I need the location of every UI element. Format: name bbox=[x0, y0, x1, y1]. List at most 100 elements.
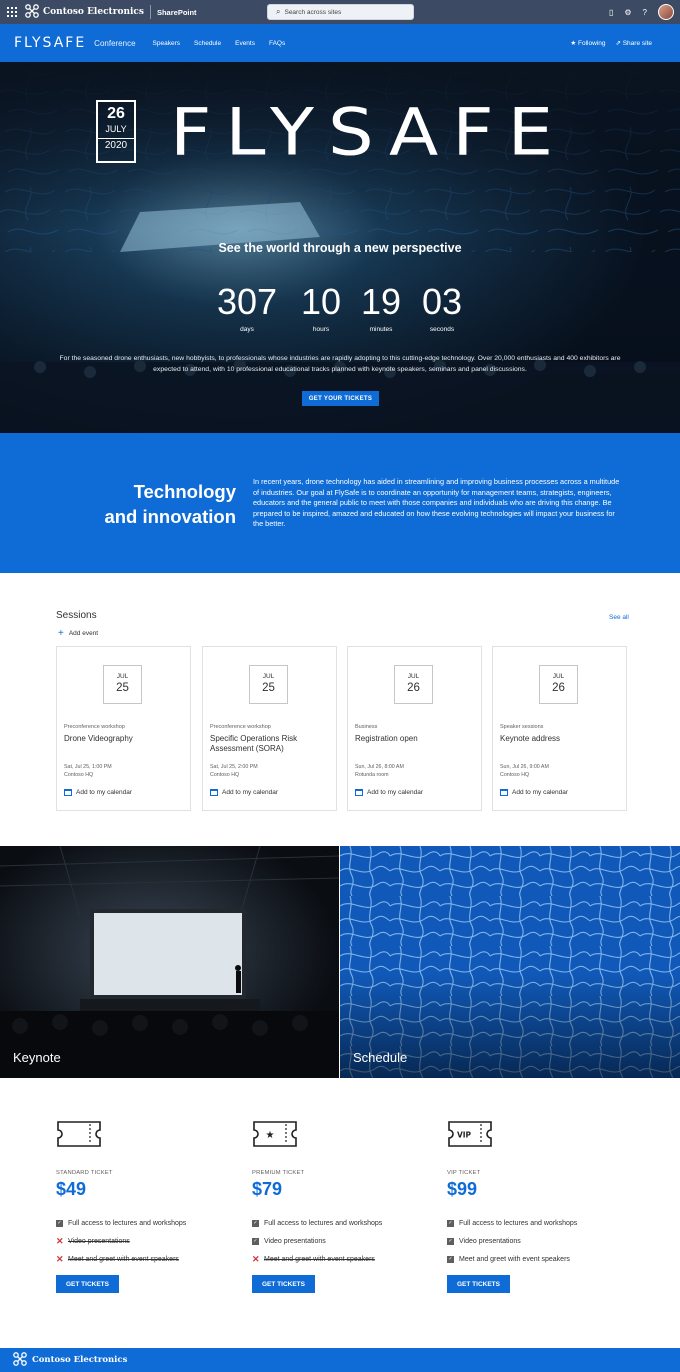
settings-gear-icon[interactable]: ⚙ bbox=[624, 8, 631, 17]
search-box[interactable]: ⌕ Search across sites bbox=[267, 4, 414, 20]
org-name: Contoso Electronics bbox=[43, 7, 144, 17]
avatar[interactable] bbox=[658, 4, 674, 20]
event-date-box: JUL 26 bbox=[394, 665, 433, 704]
event-card[interactable]: JUL 26 Business Registration open Sun, Ju… bbox=[347, 646, 482, 811]
checkbox-checked-icon: ✓ bbox=[56, 1219, 63, 1227]
keynote-tile[interactable]: Keynote bbox=[0, 846, 339, 1078]
event-card[interactable]: JUL 25 Preconference workshop Drone Video… bbox=[56, 646, 191, 811]
feature-excluded: ✕ Video presentations bbox=[56, 1232, 236, 1250]
get-tickets-button[interactable]: GET TICKETS bbox=[447, 1275, 510, 1293]
event-month: JUL bbox=[116, 673, 129, 680]
add-to-calendar-button[interactable]: Add to my calendar bbox=[355, 789, 423, 796]
add-event-button[interactable]: + Add event bbox=[58, 628, 98, 639]
event-month: JUL bbox=[407, 673, 420, 680]
add-to-calendar-button[interactable]: Add to my calendar bbox=[500, 789, 568, 796]
nav-speakers[interactable]: Speakers bbox=[153, 40, 180, 47]
feature-text: Meet and greet with event speakers bbox=[459, 1255, 570, 1263]
feature-included: ✓ Video presentations bbox=[252, 1232, 432, 1250]
nav-events[interactable]: Events bbox=[235, 40, 255, 47]
tickets-section: STANDARD TICKET $49 ✓ Full access to lect… bbox=[0, 1078, 680, 1348]
site-footer: Contoso Electronics bbox=[0, 1348, 680, 1372]
event-day: 26 bbox=[407, 682, 420, 694]
event-when: Sat, Jul 25, 1:00 PM Contoso HQ bbox=[64, 763, 112, 779]
event-card[interactable]: JUL 26 Speaker sessions Keynote address S… bbox=[492, 646, 627, 811]
heading-line: Technology bbox=[133, 481, 236, 502]
hero-tiles: Keynote Schedule bbox=[0, 846, 680, 1078]
feature-included: ✓ Full access to lectures and workshops bbox=[56, 1214, 236, 1232]
countdown-value: 10 bbox=[300, 281, 342, 322]
event-card[interactable]: JUL 25 Preconference workshop Specific Op… bbox=[202, 646, 337, 811]
star-icon: ★ bbox=[570, 40, 578, 47]
ticket-features: ✓ Full access to lectures and workshops ✓… bbox=[252, 1214, 432, 1268]
ticket-card-premium: ★ PREMIUM TICKET $79 ✓ Full access to lec… bbox=[252, 1120, 432, 1293]
keynote-label: Keynote bbox=[13, 1050, 61, 1065]
schedule-tile[interactable]: Schedule bbox=[340, 846, 680, 1078]
notifications-icon[interactable]: ▯ bbox=[609, 8, 613, 17]
ticket-star-icon: ★ bbox=[252, 1120, 432, 1150]
event-month: JUL bbox=[552, 673, 565, 680]
feature-text: Full access to lectures and workshops bbox=[264, 1219, 383, 1227]
sessions-title: Sessions bbox=[56, 610, 97, 621]
following-button[interactable]: ★ Following bbox=[570, 39, 605, 47]
technology-body: In recent years, drone technology has ai… bbox=[253, 477, 620, 528]
event-title[interactable]: Keynote address bbox=[500, 734, 620, 744]
countdown-value: 03 bbox=[421, 281, 463, 322]
feature-included: ✓ Video presentations bbox=[447, 1232, 627, 1250]
nav-schedule[interactable]: Schedule bbox=[194, 40, 221, 47]
event-category: Speaker sessions bbox=[500, 724, 544, 730]
calendar-label: Add to my calendar bbox=[367, 789, 424, 796]
get-your-tickets-button[interactable]: GET YOUR TICKETS bbox=[302, 391, 379, 406]
event-location: Contoso HQ bbox=[210, 772, 240, 778]
feature-excluded: ✕ Meet and greet with event speakers bbox=[56, 1250, 236, 1268]
drone-logo-icon bbox=[25, 3, 39, 21]
get-tickets-button[interactable]: GET TICKETS bbox=[252, 1275, 315, 1293]
checkbox-checked-icon: ✓ bbox=[252, 1237, 259, 1245]
site-header: FLYSAFE Conference Speakers Schedule Eve… bbox=[0, 24, 680, 62]
calendar-icon bbox=[210, 789, 218, 796]
ticket-price: $99 bbox=[447, 1179, 478, 1199]
ticket-features: ✓ Full access to lectures and workshops ✓… bbox=[447, 1214, 627, 1268]
feature-text: Meet and greet with event speakers bbox=[264, 1255, 375, 1263]
countdown-seconds: 03 seconds bbox=[414, 281, 470, 334]
event-category: Preconference workshop bbox=[64, 724, 125, 730]
app-name[interactable]: SharePoint bbox=[157, 8, 197, 17]
site-nav: Speakers Schedule Events FAQs bbox=[153, 40, 286, 47]
ticket-badge: ★ bbox=[266, 1130, 275, 1141]
checkbox-checked-icon: ✓ bbox=[252, 1219, 259, 1227]
ticket-price: $49 bbox=[56, 1179, 87, 1199]
event-title[interactable]: Registration open bbox=[355, 734, 475, 744]
countdown-value: 19 bbox=[360, 281, 402, 322]
add-to-calendar-button[interactable]: Add to my calendar bbox=[210, 789, 278, 796]
technology-section: Technology and innovation In recent years… bbox=[0, 433, 680, 573]
org-brand[interactable]: Contoso Electronics bbox=[25, 3, 144, 21]
add-to-calendar-button[interactable]: Add to my calendar bbox=[64, 789, 132, 796]
countdown-minutes: 19 minutes bbox=[353, 281, 409, 334]
technology-heading: Technology and innovation bbox=[104, 479, 236, 529]
get-tickets-button[interactable]: GET TICKETS bbox=[56, 1275, 119, 1293]
event-title[interactable]: Drone Videography bbox=[64, 734, 184, 744]
event-date-box: JUL 25 bbox=[103, 665, 142, 704]
event-time: Sat, Jul 25, 2:00 PM bbox=[210, 764, 258, 770]
event-time: Sun, Jul 26, 9:00 AM bbox=[500, 764, 549, 770]
event-when: Sun, Jul 26, 9:00 AM Contoso HQ bbox=[500, 763, 549, 779]
app-launcher-icon[interactable] bbox=[2, 0, 22, 24]
ticket-features: ✓ Full access to lectures and workshops ✕… bbox=[56, 1214, 236, 1268]
feature-text: Full access to lectures and workshops bbox=[459, 1219, 578, 1227]
see-all-link[interactable]: See all bbox=[609, 614, 629, 621]
keynote-image bbox=[0, 846, 339, 1078]
nav-faqs[interactable]: FAQs bbox=[269, 40, 285, 47]
countdown-label: days bbox=[240, 326, 254, 333]
countdown-label: hours bbox=[312, 326, 330, 333]
event-date-box: JUL 26 bbox=[539, 665, 578, 704]
share-site-button[interactable]: ⇗ Share site bbox=[615, 39, 652, 47]
ticket-icon bbox=[56, 1120, 236, 1150]
share-label: Share site bbox=[622, 40, 652, 47]
feature-included: ✓ Meet and greet with event speakers bbox=[447, 1250, 627, 1268]
ticket-price: $79 bbox=[252, 1179, 283, 1199]
event-date-box: JUL 25 bbox=[249, 665, 288, 704]
event-location: Rotunda room bbox=[355, 772, 389, 778]
site-name[interactable]: Conference bbox=[94, 39, 135, 48]
help-icon[interactable]: ? bbox=[643, 8, 647, 17]
site-logo[interactable]: FLYSAFE bbox=[14, 35, 86, 51]
event-title[interactable]: Specific Operations Risk Assessment (SOR… bbox=[210, 734, 330, 754]
